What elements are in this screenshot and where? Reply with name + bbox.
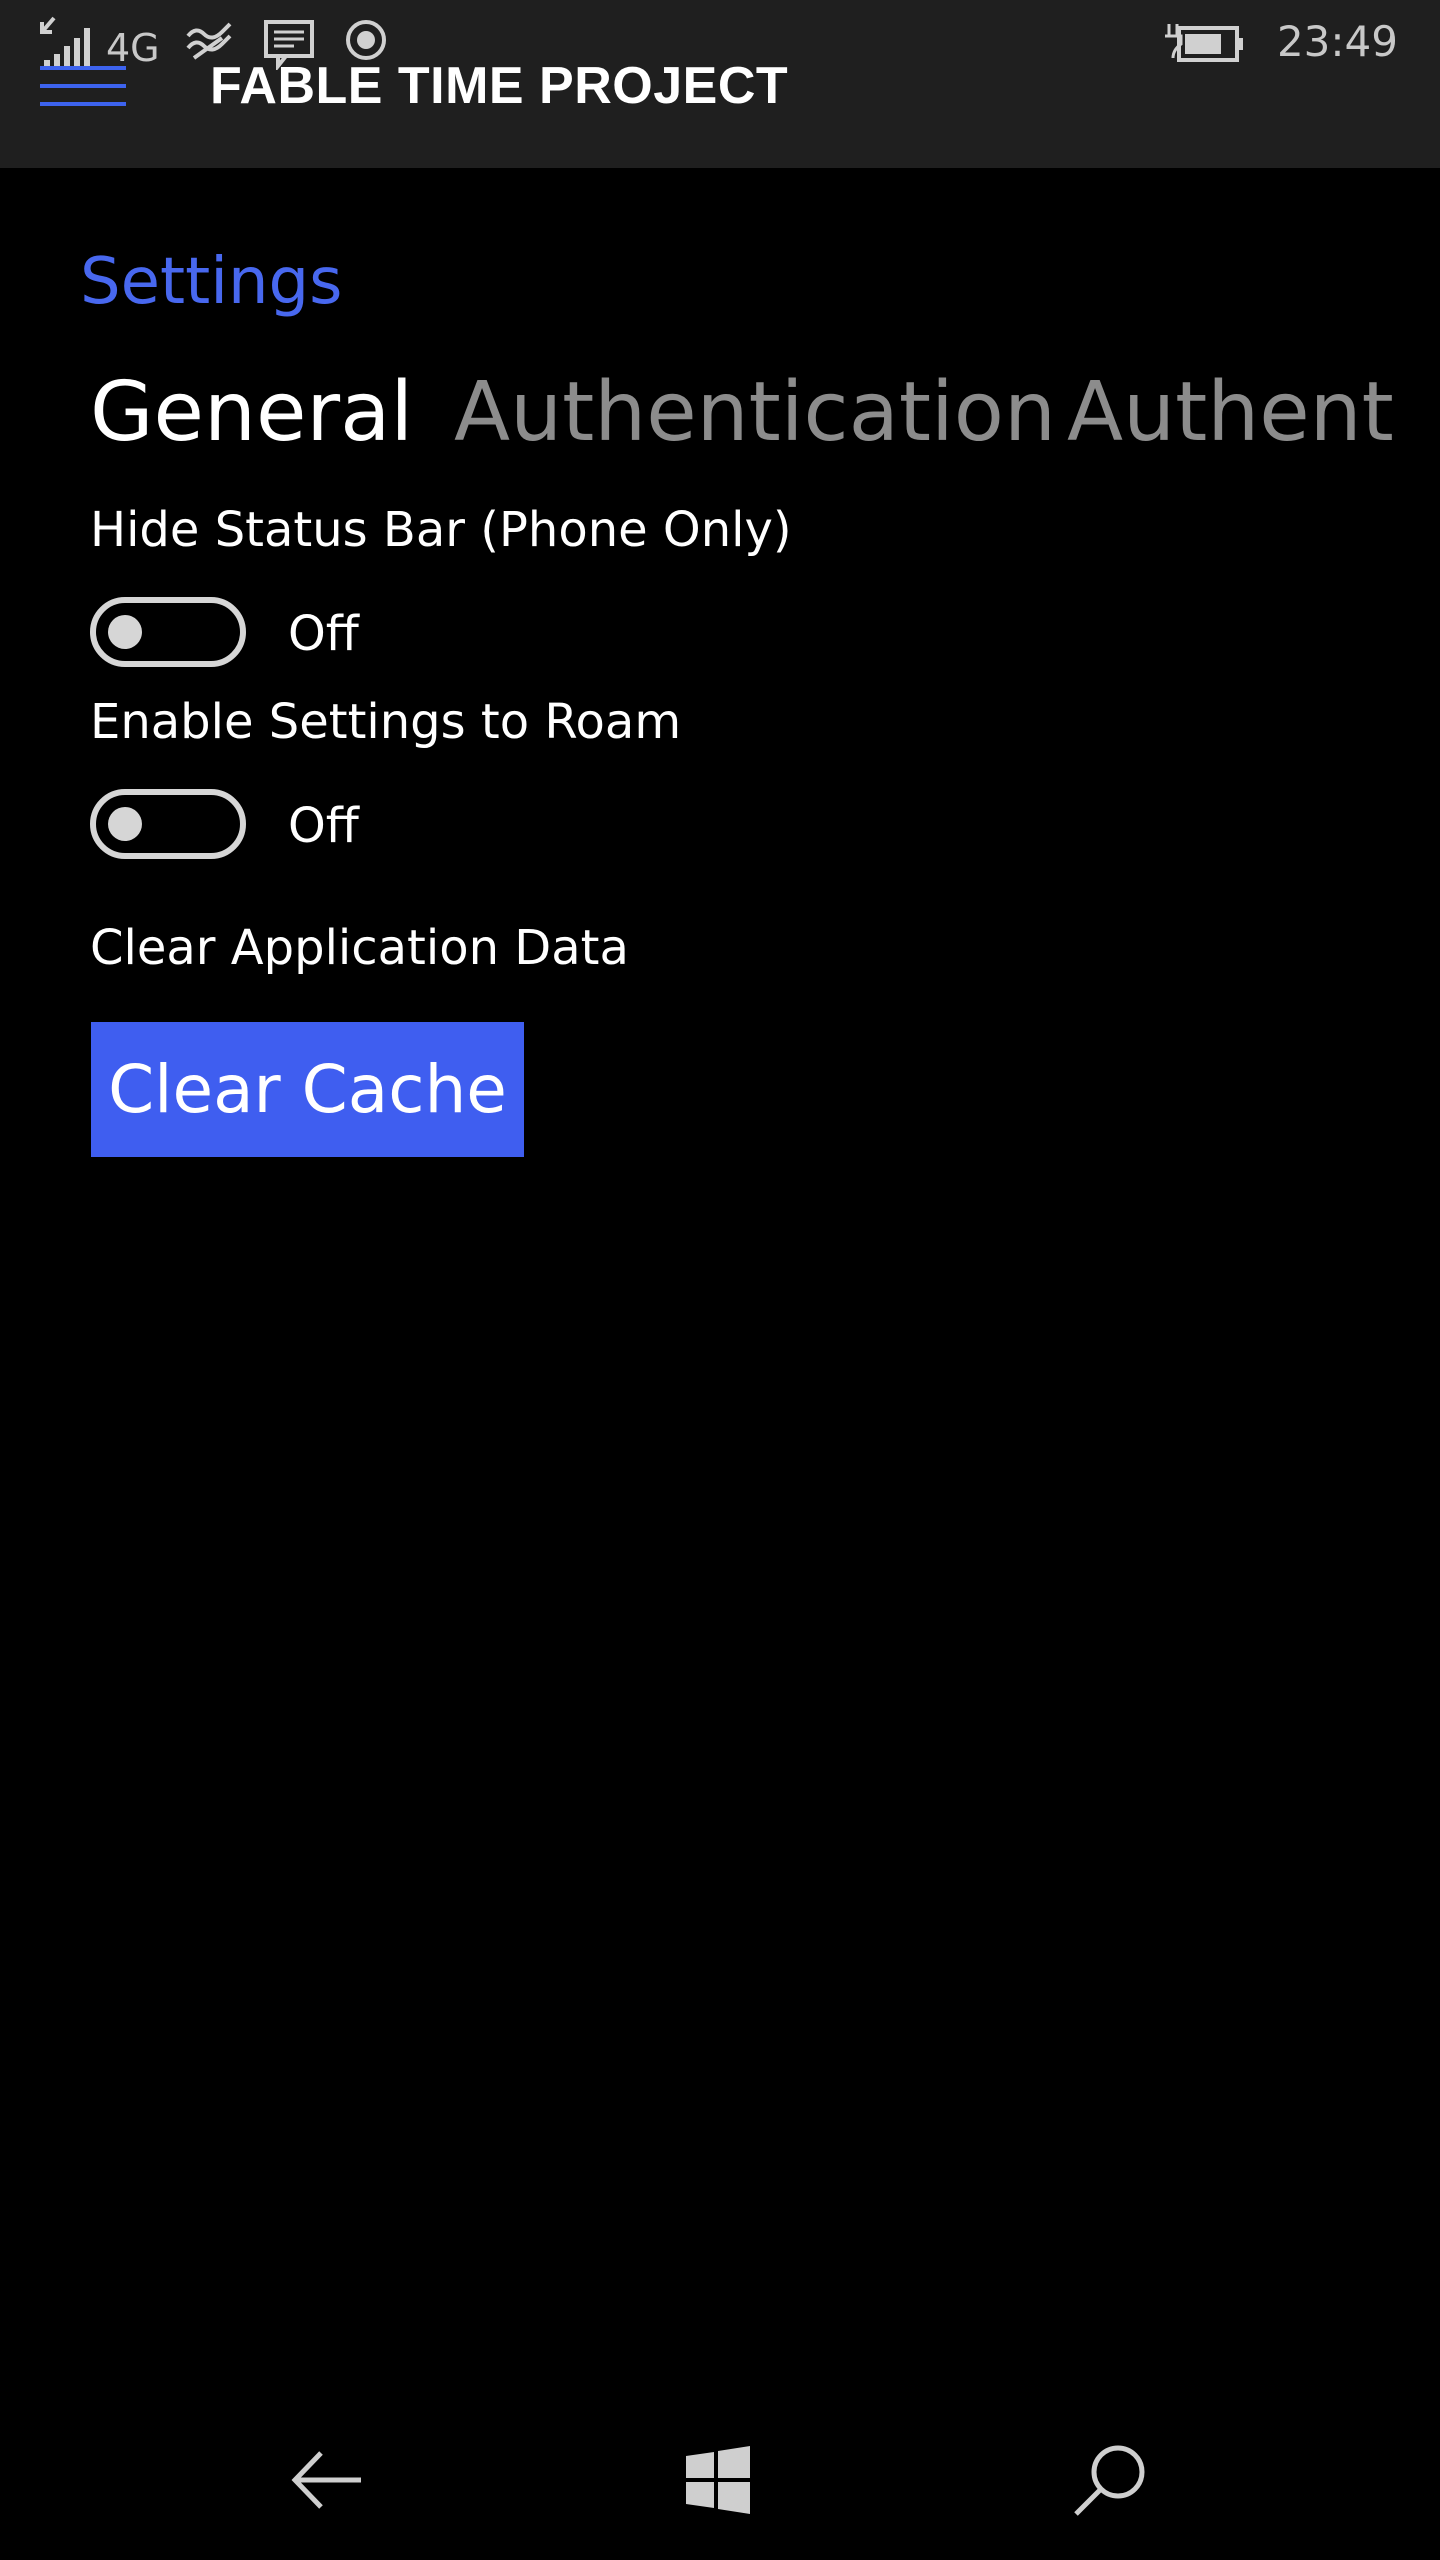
- tab-authentication[interactable]: Authentication: [454, 372, 1056, 454]
- windows-start-icon: [686, 2446, 750, 2514]
- app-title: FABLE TIME PROJECT: [210, 57, 789, 115]
- toggle-knob: [108, 615, 142, 649]
- toggle-knob: [108, 807, 142, 841]
- roam-settings-state: Off: [288, 798, 359, 854]
- back-button[interactable]: [277, 2440, 377, 2520]
- battery-charging-icon: [1164, 24, 1243, 62]
- clear-cache-button[interactable]: Clear Cache: [91, 1022, 524, 1157]
- tab-general[interactable]: General: [90, 372, 413, 454]
- tab-authent[interactable]: Authent: [1067, 372, 1394, 454]
- top-bar: 4G 23:49 FABLE TIME PROJECT: [0, 0, 1440, 168]
- start-button[interactable]: [668, 2440, 768, 2520]
- clock: 23:49: [1276, 17, 1398, 66]
- hide-status-bar-toggle[interactable]: [90, 597, 246, 667]
- clear-data-label: Clear Application Data: [90, 920, 629, 976]
- hide-status-bar-label: Hide Status Bar (Phone Only): [90, 502, 792, 558]
- roam-settings-toggle[interactable]: [90, 789, 246, 859]
- search-icon: [1074, 2445, 1145, 2516]
- roam-settings-label: Enable Settings to Roam: [90, 694, 682, 750]
- hide-status-bar-state: Off: [288, 606, 359, 662]
- hamburger-menu-button[interactable]: [40, 66, 126, 114]
- signal-icon: [40, 16, 90, 68]
- page-title: Settings: [80, 245, 343, 319]
- search-button[interactable]: [1060, 2440, 1160, 2520]
- back-arrow-icon: [291, 2451, 361, 2509]
- pivot-tabs: General Authentication Authent: [90, 372, 1440, 472]
- network-type: 4G: [106, 26, 160, 70]
- status-bar-right: 23:49: [1163, 14, 1398, 70]
